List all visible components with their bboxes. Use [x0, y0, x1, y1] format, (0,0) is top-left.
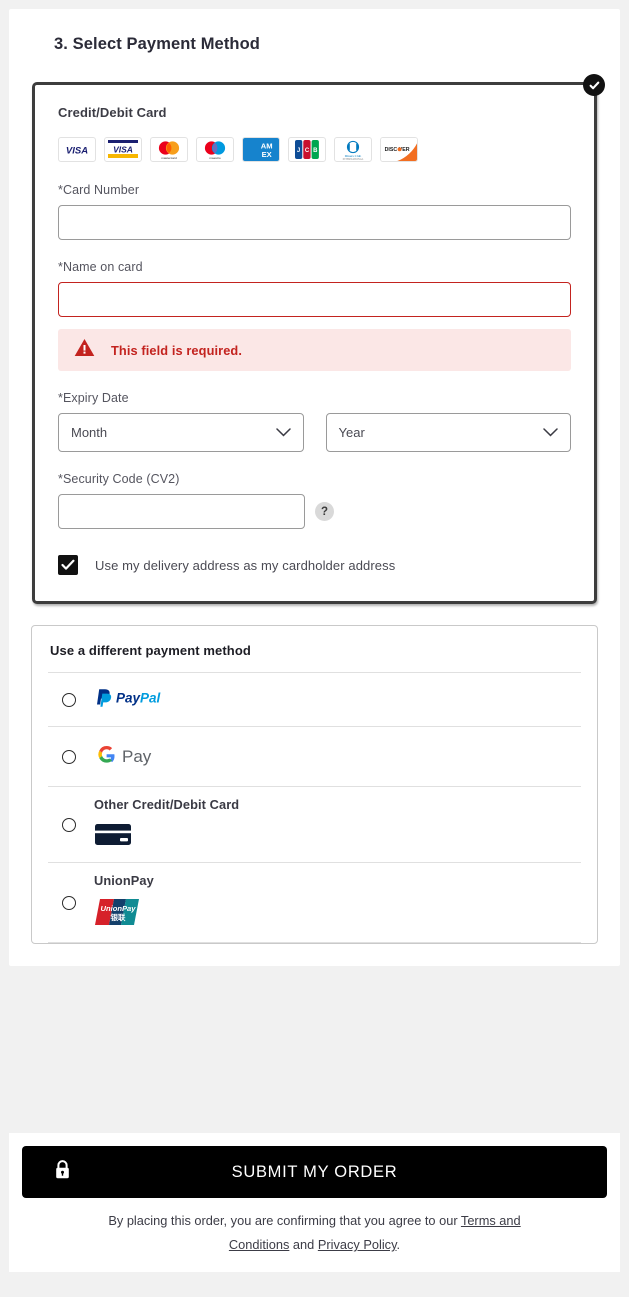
security-code-input[interactable]: [58, 494, 305, 529]
svg-text:UnionPay: UnionPay: [100, 904, 136, 913]
payment-option-other-card[interactable]: Other Credit/Debit Card: [48, 786, 581, 862]
payment-option-paypal[interactable]: Pay Pal: [48, 672, 581, 726]
legal-disclaimer: By placing this order, you are confirmin…: [22, 1198, 607, 1257]
svg-text:VISA: VISA: [113, 145, 133, 155]
expiry-month-select-wrap: Month: [58, 413, 304, 452]
svg-text:EX: EX: [262, 150, 272, 159]
visa-electron-icon: VISA: [104, 137, 142, 162]
checkout-payment-page: 3. Select Payment Method Credit/Debit Ca…: [0, 0, 629, 1297]
svg-text:INTERNATIONAL: INTERNATIONAL: [343, 158, 364, 161]
credit-card-icon: [94, 821, 239, 852]
security-code-field-block: *Security Code (CV2) ?: [58, 472, 571, 529]
check-circle-icon: [583, 74, 605, 96]
alternate-payment-panel: Use a different payment method Pay Pal P…: [31, 625, 598, 944]
legal-text-after: .: [396, 1237, 401, 1252]
question-mark-icon[interactable]: ?: [315, 502, 334, 521]
radio-paypal[interactable]: [62, 692, 76, 707]
mastercard-icon: mastercard: [150, 137, 188, 162]
expiry-month-select[interactable]: Month: [58, 413, 304, 452]
panel-heading: Credit/Debit Card: [58, 105, 167, 120]
payment-option-google-pay[interactable]: Pay: [48, 726, 581, 786]
error-message-text: This field is required.: [111, 342, 243, 358]
svg-text:C: C: [305, 148, 310, 154]
paypal-logo: Pay Pal: [94, 687, 166, 712]
svg-text:VISA: VISA: [66, 146, 88, 157]
svg-text:Pay: Pay: [116, 691, 142, 706]
jcb-icon: J C B: [288, 137, 326, 162]
warning-triangle-icon: [74, 338, 95, 362]
submit-order-button[interactable]: SUBMIT MY ORDER: [22, 1146, 607, 1198]
svg-text:Pal: Pal: [140, 691, 161, 706]
name-on-card-field-block: *Name on card This field is required.: [58, 260, 571, 371]
card-number-input[interactable]: [58, 205, 571, 240]
name-on-card-input[interactable]: [58, 282, 571, 317]
radio-google-pay[interactable]: [62, 749, 76, 764]
billing-address-checkbox[interactable]: [58, 555, 78, 575]
discover-icon: DISC VER: [380, 137, 418, 162]
name-on-card-label: *Name on card: [58, 260, 143, 274]
svg-text:DISC VER: DISC VER: [385, 147, 410, 153]
expiry-field-block: *Expiry Date Month Year: [58, 391, 571, 452]
list-bottom-divider: [48, 942, 581, 943]
svg-text:J: J: [297, 148, 300, 154]
alternate-methods-heading: Use a different payment method: [50, 643, 251, 658]
expiry-month-value: Month: [71, 425, 108, 440]
other-card-label: Other Credit/Debit Card: [94, 797, 240, 812]
radio-other-card[interactable]: [62, 817, 76, 832]
name-on-card-error: This field is required.: [58, 329, 571, 371]
page-title: 3. Select Payment Method: [54, 35, 260, 53]
security-code-label: *Security Code (CV2): [58, 472, 180, 486]
billing-address-checkbox-row[interactable]: Use my delivery address as my cardholder…: [58, 555, 571, 575]
submit-section: SUBMIT MY ORDER By placing this order, y…: [9, 1133, 620, 1272]
maestro-icon: maestro: [196, 137, 234, 162]
card-number-field-block: *Card Number: [58, 183, 571, 240]
expiry-label: *Expiry Date: [58, 391, 129, 405]
unionpay-logo: UnionPay 银联: [94, 897, 154, 932]
google-pay-logo: Pay: [94, 741, 162, 772]
lock-icon: [54, 1159, 71, 1185]
accepted-card-logos: VISA VISA mastercard maestro AM EX J C B…: [58, 137, 571, 162]
visa-icon: VISA: [58, 137, 96, 162]
svg-text:B: B: [313, 148, 318, 154]
svg-text:银联: 银联: [111, 913, 126, 922]
legal-text-before: By placing this order, you are confirmin…: [108, 1213, 461, 1228]
svg-text:Pay: Pay: [122, 747, 152, 766]
privacy-policy-link[interactable]: Privacy Policy: [318, 1237, 397, 1252]
payment-content-card: 3. Select Payment Method Credit/Debit Ca…: [9, 9, 620, 966]
radio-unionpay[interactable]: [62, 895, 76, 910]
card-number-label: *Card Number: [58, 183, 140, 197]
billing-address-checkbox-label: Use my delivery address as my cardholder…: [95, 557, 396, 573]
unionpay-label: UnionPay: [94, 873, 154, 888]
selected-payment-panel[interactable]: Credit/Debit Card VISA VISA mastercard m…: [32, 74, 605, 604]
payment-option-unionpay[interactable]: UnionPay UnionPay 银联: [48, 862, 581, 942]
american-express-icon: AM EX: [242, 137, 280, 162]
svg-text:maestro: maestro: [209, 156, 220, 160]
expiry-year-select-wrap: Year: [325, 413, 571, 452]
expiry-year-select[interactable]: Year: [325, 413, 571, 452]
expiry-year-value: Year: [338, 425, 365, 440]
legal-text-middle: and: [289, 1237, 318, 1252]
diners-club-icon: Diners Club INTERNATIONAL: [334, 137, 372, 162]
submit-order-label: SUBMIT MY ORDER: [231, 1162, 398, 1181]
svg-text:mastercard: mastercard: [161, 156, 177, 160]
